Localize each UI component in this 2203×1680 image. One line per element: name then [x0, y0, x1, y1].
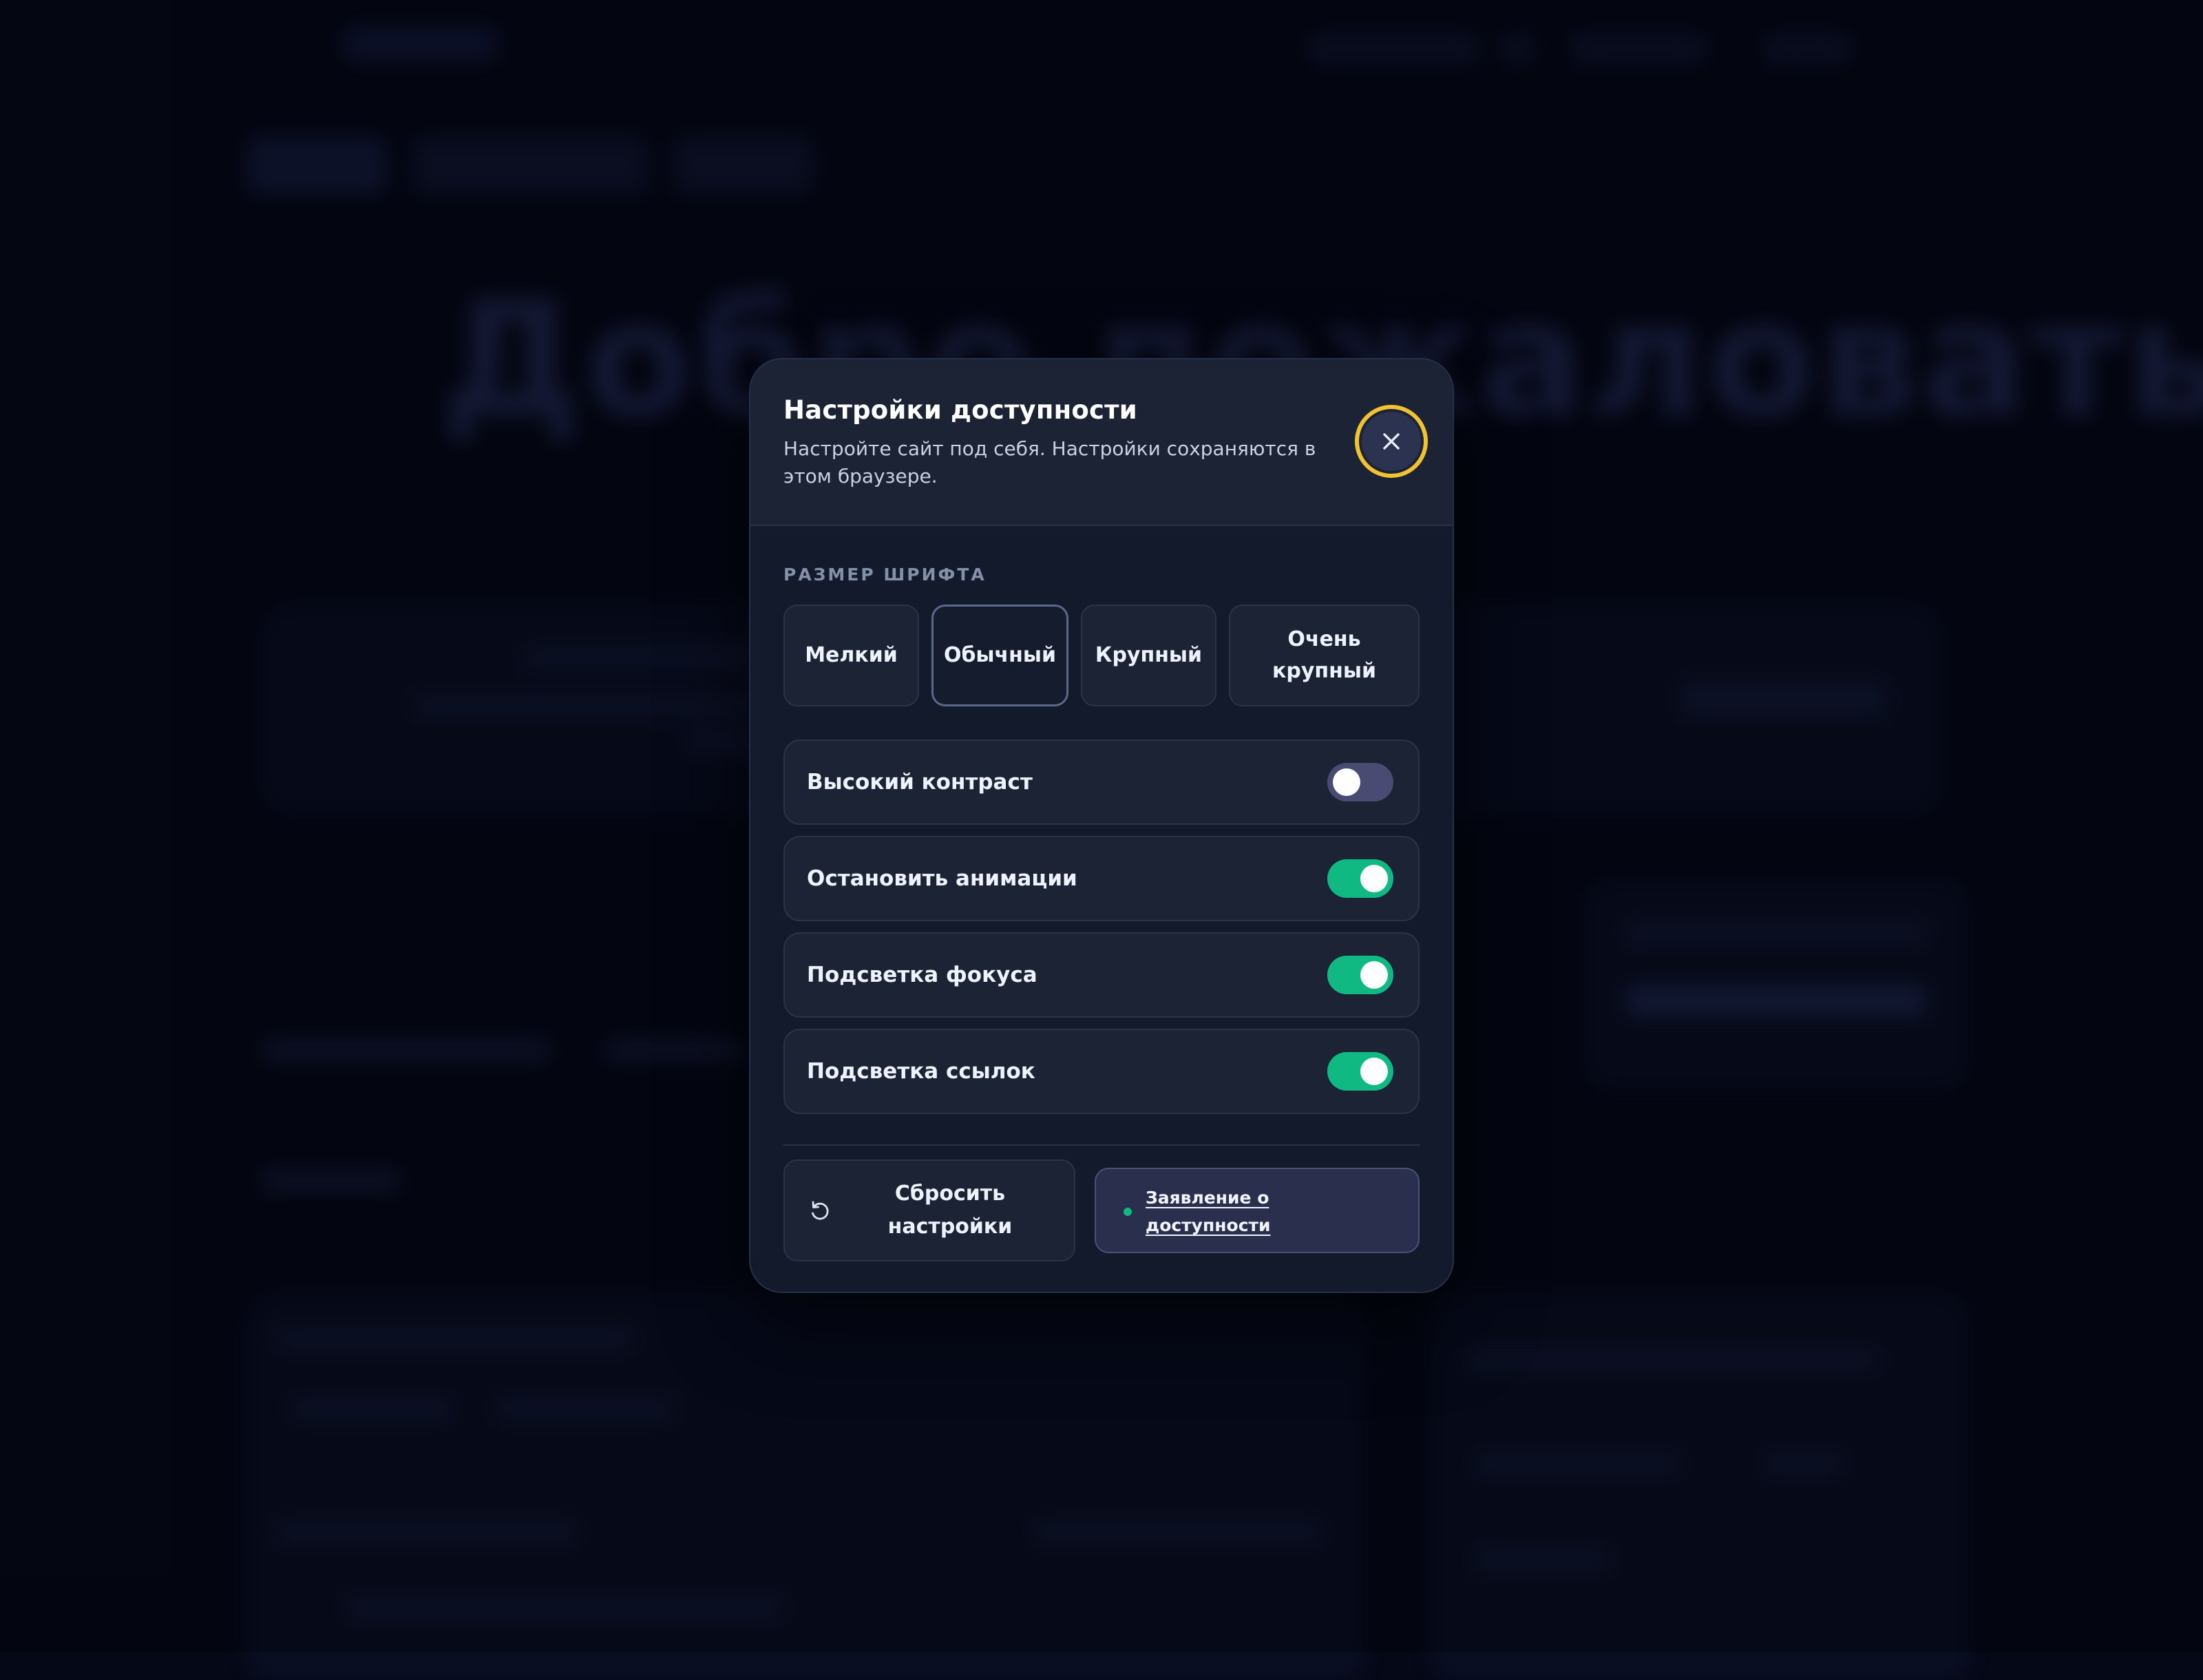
font-size-option-extra-large[interactable]: Очень крупный	[1229, 605, 1420, 706]
font-size-section-label: РАЗМЕР ШРИФТА	[783, 565, 987, 585]
toggle-label: Остановить анимации	[807, 866, 1077, 891]
reset-icon	[812, 1201, 829, 1220]
close-button-inner	[1362, 412, 1421, 471]
toggle-label: Подсветка фокуса	[807, 963, 1037, 987]
high-contrast-switch[interactable]	[1327, 763, 1393, 801]
toggle-row-high-contrast[interactable]: Высокий контраст	[783, 739, 1420, 825]
font-size-option-large[interactable]: Крупный	[1081, 605, 1216, 706]
close-button[interactable]	[1355, 405, 1428, 478]
reset-settings-label: Сбросить настройки	[887, 1182, 1013, 1239]
stop-animations-switch[interactable]	[1327, 859, 1393, 898]
divider	[783, 1144, 1420, 1146]
toggle-row-focus-highlight[interactable]: Подсветка фокуса	[783, 932, 1420, 1018]
toggle-label: Подсветка ссылок	[807, 1059, 1035, 1084]
switch-knob	[1360, 961, 1388, 989]
link-highlight-switch[interactable]	[1327, 1052, 1393, 1091]
font-size-option-small[interactable]: Мелкий	[783, 605, 919, 706]
font-size-options: Мелкий Обычный Крупный Очень крупный	[783, 605, 1420, 706]
accessibility-statement-label: Заявление о доступности	[1146, 1188, 1271, 1235]
status-dot	[1124, 1208, 1132, 1216]
switch-knob	[1333, 768, 1360, 796]
font-size-option-normal[interactable]: Обычный	[931, 605, 1068, 706]
accessibility-settings-dialog: Настройки доступности Настройте сайт под…	[749, 358, 1454, 1293]
toggle-row-link-highlight[interactable]: Подсветка ссылок	[783, 1029, 1420, 1114]
toggle-row-stop-animations[interactable]: Остановить анимации	[783, 836, 1420, 921]
focus-highlight-switch[interactable]	[1327, 956, 1393, 994]
switch-knob	[1360, 1058, 1388, 1085]
toggle-label: Высокий контраст	[807, 770, 1033, 795]
switch-knob	[1360, 865, 1388, 892]
dialog-subtitle: Настройте сайт под себя. Настройки сохра…	[783, 437, 1316, 487]
close-icon	[1383, 433, 1400, 450]
accessibility-statement-link[interactable]: Заявление о доступности	[1095, 1168, 1420, 1253]
dialog-header: Настройки доступности Настройте сайт под…	[750, 359, 1453, 526]
reset-settings-button[interactable]: Сбросить настройки	[783, 1159, 1075, 1261]
dialog-title: Настройки доступности	[783, 395, 1137, 425]
